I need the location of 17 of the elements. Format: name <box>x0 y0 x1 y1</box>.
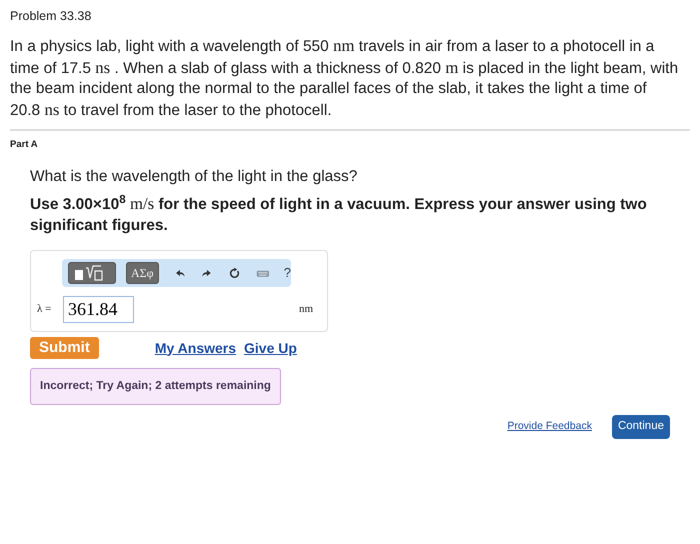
answer-label: λ = <box>37 302 52 318</box>
part-title: Part A <box>10 138 38 152</box>
template-button[interactable] <box>68 262 116 284</box>
question-text: What is the wavelength of the light in the glass? <box>30 167 358 187</box>
continue-button[interactable]: Continue <box>612 415 670 438</box>
answer-field[interactable]: 361.84 <box>63 296 134 323</box>
instruction-text: Use 3.00×10$^{8}$ m/s for the speed of light in a vacuum. Express your answer using two significant figures. <box>30 193 648 236</box>
unit-label: nm <box>298 302 313 318</box>
help-button[interactable]: ? <box>284 263 291 283</box>
symbols-button[interactable]: ΑΣφ <box>126 262 159 284</box>
feedback-link[interactable]: Provide Feedback <box>507 419 592 435</box>
problem-text: In a physics lab, light with a wavelength of 550 nm travels in air from a laser to a photocell in a time of 17.5 ns . When a slab of glass with a thickness of 0.820 m is placed in the light beam, with the beam incident along the normal to the parallel faces of the slab, it takes the light a time of 20.8 ns to travel from the laser to the photocell. <box>10 36 680 120</box>
problem-title: Problem 33.38 <box>10 8 92 25</box>
answer-link[interactable]: My Answers <box>154 338 236 358</box>
reset-icon[interactable] <box>228 265 242 281</box>
feedback-message: Incorrect; Try Again; 2 attempts remaining <box>30 368 281 406</box>
answer-link[interactable]: Give Up <box>244 338 297 358</box>
